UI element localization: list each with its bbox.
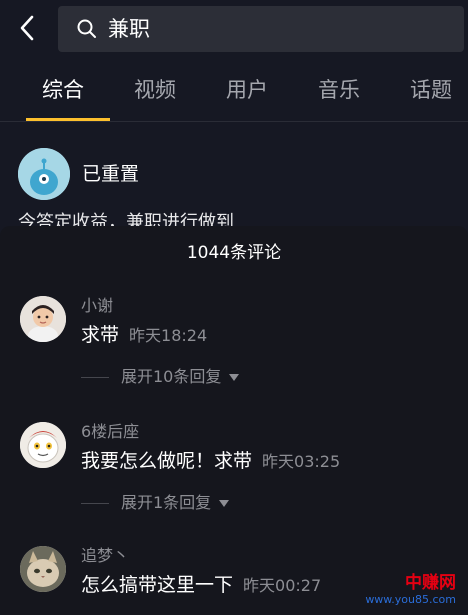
reply-divider <box>81 502 109 504</box>
back-button[interactable] <box>10 10 46 46</box>
comments-count-title: 1044条评论 <box>186 243 282 263</box>
tab-videos[interactable]: 视频 <box>134 76 176 104</box>
comments-panel: 1044条评论 小谢 求带 昨天18:24 展开10条回复 6楼后座 我要怎么做… <box>0 226 468 615</box>
active-tab-indicator <box>26 118 110 121</box>
tab-topics[interactable]: 话题 <box>410 76 452 104</box>
comment-text: 我要怎么做呢！求带 <box>81 450 253 472</box>
comment-body: 求带 昨天18:24 <box>81 323 207 348</box>
search-query: 兼职 <box>108 17 150 41</box>
watermark-logo-text: 中赚网 <box>405 573 456 593</box>
caret-down-icon <box>229 373 240 381</box>
result-name: 已重置 <box>82 163 140 185</box>
comment-time: 昨天00:27 <box>243 576 322 595</box>
comment-author[interactable]: 小谢 <box>81 296 113 316</box>
expand-replies-label: 展开1条回复 <box>121 493 212 512</box>
top-bar: 兼职 <box>0 0 468 58</box>
comment-body: 怎么搞带这里一下 昨天00:27 <box>81 573 321 598</box>
comment-text: 求带 <box>81 324 120 346</box>
result-description: 今答定收益，兼职进行做到 <box>18 212 234 226</box>
chevron-left-icon <box>20 15 34 41</box>
avatar[interactable] <box>20 546 66 592</box>
comment-time: 昨天03:25 <box>262 452 341 471</box>
watermark-url: www.you85.com <box>365 593 456 606</box>
expand-replies-button[interactable]: 展开10条回复 <box>81 366 240 388</box>
search-icon <box>77 19 96 38</box>
search-input[interactable]: 兼职 <box>58 6 464 52</box>
expand-replies-label: 展开10条回复 <box>121 367 222 386</box>
comment-author[interactable]: 追梦丶 <box>81 546 129 566</box>
user-result[interactable]: 已重置 <box>18 148 458 204</box>
tab-music[interactable]: 音乐 <box>318 76 360 104</box>
comment-text: 怎么搞带这里一下 <box>81 574 234 596</box>
avatar <box>18 148 70 200</box>
search-tabs: 综合 视频 用户 音乐 话题 <box>0 58 468 122</box>
comment-author[interactable]: 6楼后座 <box>81 422 139 442</box>
comment-body: 我要怎么做呢！求带 昨天03:25 <box>81 449 340 474</box>
comment-time: 昨天18:24 <box>129 326 208 345</box>
tab-users[interactable]: 用户 <box>226 76 268 104</box>
avatar[interactable] <box>20 422 66 468</box>
site-watermark: 中赚网 www.you85.com <box>352 571 462 611</box>
reply-divider <box>81 376 109 378</box>
caret-down-icon <box>219 499 230 507</box>
tab-comprehensive[interactable]: 综合 <box>42 76 84 104</box>
expand-replies-button[interactable]: 展开1条回复 <box>81 492 230 514</box>
avatar[interactable] <box>20 296 66 342</box>
